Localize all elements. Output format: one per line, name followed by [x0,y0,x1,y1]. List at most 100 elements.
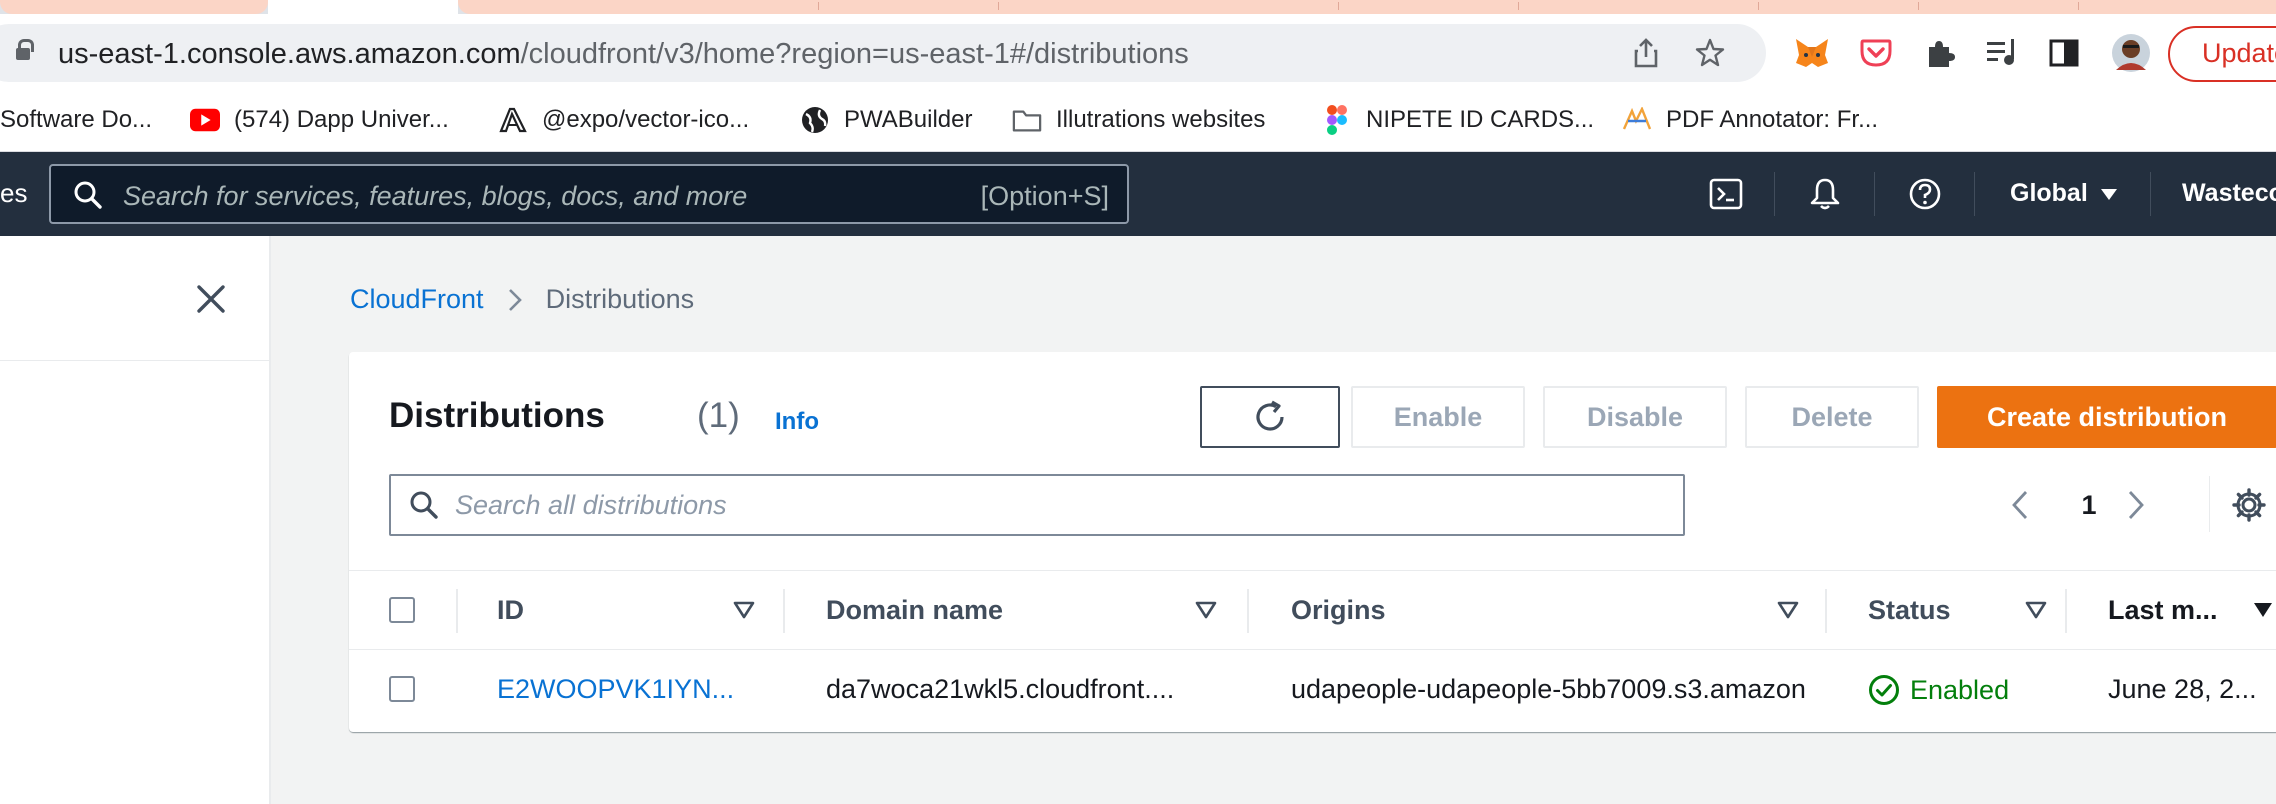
browser-tab-group[interactable] [458,0,2276,14]
info-link[interactable]: Info [775,408,819,436]
bookmark-item[interactable]: PDF Annotator: Fr... [1622,100,1878,140]
column-divider [456,589,458,633]
region-selector[interactable]: Global [2010,179,2117,208]
url-host: us-east-1.console.aws.amazon.com [58,38,521,70]
browser-tab[interactable] [0,0,268,14]
pocket-icon[interactable] [1857,34,1895,72]
delete-button[interactable]: Delete [1745,386,1919,448]
expo-icon [498,105,528,135]
help-icon[interactable] [1901,170,1949,218]
region-label: Global [2010,179,2088,207]
lock-icon[interactable] [16,39,34,62]
bookmark-item[interactable]: Software Do... [0,100,152,140]
sort-caret-icon[interactable] [1777,601,1799,619]
search-placeholder: Search all distributions [455,490,727,520]
search-icon [409,490,439,525]
aws-search-input[interactable]: Search for services, features, blogs, do… [49,164,1129,224]
status-cell: Enabled [1868,674,2009,706]
settings-gear-icon[interactable] [2229,482,2269,528]
refresh-icon [1256,400,1284,431]
aws-top-nav: es Search for services, features, blogs,… [0,152,2276,236]
column-header-domain-name[interactable]: Domain name [826,595,1003,626]
breadcrumb-current: Distributions [545,284,695,314]
main-content: CloudFront Distributions Distributions (… [271,236,2276,804]
bookmark-item[interactable]: Illutrations websites [1012,100,1265,140]
domain-name-cell: da7woca21wkl5.cloudfront.... [826,674,1175,704]
caret-down-icon [2100,189,2117,200]
close-icon[interactable] [194,282,228,316]
search-icon [73,180,103,215]
url-path: /cloudfront/v3/home?region=us-east-1#/di… [520,38,1189,70]
column-header-last-modified[interactable]: Last m... [2108,595,2218,626]
column-divider [1247,589,1249,633]
previous-page-icon[interactable] [2005,482,2035,528]
metamask-icon[interactable] [1793,34,1831,72]
nav-divider [1974,172,1975,216]
sort-caret-icon[interactable] [2025,601,2047,619]
bookmark-item[interactable]: NIPETE ID CARDS... [1322,100,1594,140]
origins-cell: udapeople-udapeople-5bb7009.s3.amazon [1291,674,1806,704]
select-all-checkbox[interactable] [389,597,415,623]
extensions-puzzle-icon[interactable] [1921,34,1959,72]
profile-avatar[interactable] [2112,34,2150,72]
nav-divider [2150,172,2151,216]
media-controls-icon[interactable] [1985,34,2023,72]
url-text[interactable]: us-east-1.console.aws.amazon.com/cloudfr… [58,38,1189,71]
bookmark-label: @expo/vector-ico... [542,106,750,133]
bookmark-label: PWABuilder [844,106,973,133]
refresh-button[interactable] [1200,386,1340,448]
notifications-bell-icon[interactable] [1801,170,1849,218]
star-icon[interactable] [1694,38,1726,70]
column-header-status[interactable]: Status [1868,595,1951,626]
sort-caret-filled-icon[interactable] [2252,601,2274,619]
pdf-annotator-icon [1622,105,1652,135]
services-menu-fragment[interactable]: es [0,178,27,209]
column-divider [1825,589,1827,633]
search-placeholder: Search for services, features, blogs, do… [123,181,748,211]
bookmarks-bar: Software Do... (574) Dapp Univer... @exp… [0,90,2276,152]
navigation-drawer [0,236,271,804]
side-panel-icon[interactable] [2045,34,2083,72]
update-button[interactable]: Update [2168,26,2276,82]
breadcrumb: CloudFront Distributions [350,284,694,315]
address-bar[interactable]: us-east-1.console.aws.amazon.com/cloudfr… [0,24,1766,82]
check-circle-icon [1869,675,1899,705]
row-select-checkbox[interactable] [389,676,415,702]
status-label: Enabled [1910,674,2010,705]
bookmark-label: PDF Annotator: Fr... [1666,106,1879,133]
table-header: ID Domain name Origins Status Last m... [349,570,2276,650]
table-row: E2WOOPVK1IYN... da7woca21wkl5.cloudfront… [349,650,2276,730]
nav-divider [1774,172,1775,216]
distribution-search-input[interactable]: Search all distributions [389,474,1685,536]
create-distribution-button[interactable]: Create distribution [1937,386,2276,448]
sort-caret-icon[interactable] [1195,601,1217,619]
bookmark-label: Software Do... [0,106,153,133]
cloudshell-icon[interactable] [1702,170,1750,218]
distribution-id-link[interactable]: E2WOOPVK1IYN... [497,674,757,705]
column-header-id[interactable]: ID [497,595,524,626]
sort-caret-icon[interactable] [733,601,755,619]
divider [0,360,269,361]
bookmark-label: (574) Dapp Univer... [234,106,449,133]
distribution-count: (1) [697,396,740,435]
youtube-icon [190,105,220,135]
browser-tab-active[interactable] [268,0,458,14]
page-number-button[interactable]: 1 [2073,482,2105,528]
bookmark-label: Illutrations websites [1056,106,1266,133]
bookmark-item[interactable]: PWABuilder [800,100,972,140]
page-title: Distributions [389,396,605,435]
breadcrumb-link-cloudfront[interactable]: CloudFront [350,284,484,315]
disable-button[interactable]: Disable [1543,386,1727,448]
account-menu[interactable]: Wastecol [2182,179,2276,208]
column-divider [2065,589,2067,633]
enable-button[interactable]: Enable [1351,386,1525,448]
bookmark-item[interactable]: @expo/vector-ico... [498,100,749,140]
column-header-origins[interactable]: Origins [1291,595,1386,626]
search-shortcut-hint: [Option+S] [980,181,1109,211]
bookmark-item[interactable]: (574) Dapp Univer... [190,100,449,140]
globe-icon [800,105,830,135]
figma-icon [1322,105,1352,135]
next-page-icon[interactable] [2121,482,2151,528]
share-icon[interactable] [1630,38,1662,70]
bookmark-label: NIPETE ID CARDS... [1366,106,1595,133]
